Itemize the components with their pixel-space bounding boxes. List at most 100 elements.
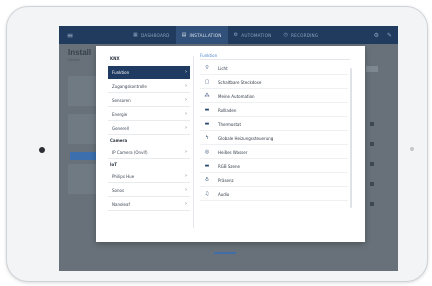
tab-installation[interactable]: ▤ INSTALLATION (175, 26, 228, 44)
category-label: Generell (112, 125, 129, 131)
category-item-philips-hue[interactable]: Philips Hue › (108, 170, 190, 183)
background-panel (68, 76, 96, 106)
category-item-sensoren[interactable]: Sensoren › (108, 94, 190, 107)
category-item-generell[interactable]: Generell › (108, 122, 190, 135)
background-button (70, 152, 96, 160)
category-label: Nanoleaf (112, 201, 130, 207)
tab-dashboard[interactable]: ▦ DASHBOARD (127, 26, 176, 44)
chevron-right-icon: › (185, 111, 187, 117)
function-list-scrollbar[interactable] (350, 68, 352, 208)
add-device-dialog: KNX Funktion › Zugangskontrolle › Sensor… (96, 46, 365, 242)
function-label: Schaltbare Steckdose (218, 79, 262, 85)
pencil-icon[interactable]: ✎ (387, 32, 392, 39)
category-label: Philips Hue (112, 173, 135, 179)
thermostat-icon: ▬ (204, 121, 210, 127)
category-item-nanoleaf[interactable]: Nanoleaf › (108, 198, 190, 211)
background-link (214, 252, 236, 254)
background-panel (68, 164, 96, 194)
chevron-right-icon: › (185, 187, 187, 193)
tab-label: AUTOMATION (241, 32, 272, 38)
appbar-actions: ⚙ ✎ (374, 32, 398, 39)
section-label-iot: IoT (110, 162, 117, 167)
category-item-sonos[interactable]: Sonos › (108, 184, 190, 197)
background-marker (370, 182, 374, 186)
function-label: Globale Heizungssteuerung (218, 135, 274, 141)
function-item-heisses-wasser[interactable]: ◎ Heißes Wasser (200, 146, 348, 159)
function-item-audio[interactable]: ♫ Audio (200, 188, 348, 201)
background-marker (370, 122, 374, 126)
section-label-knx: KNX (110, 56, 120, 61)
section-label-camera: Camera (110, 138, 128, 143)
menu-icon[interactable]: ≡ (59, 31, 81, 40)
tab-label: DASHBOARD (140, 32, 170, 38)
function-item-praesenz[interactable]: ♁ Präsenz (200, 174, 348, 187)
function-label: Licht (218, 65, 228, 71)
camera-dot (410, 147, 414, 151)
blinds-icon: ▬ (204, 107, 210, 113)
function-label: Heißes Wasser (218, 149, 248, 155)
settings-icon[interactable]: ⚙ (374, 32, 379, 39)
function-item-steckdose[interactable]: ▢ Schaltbare Steckdose (200, 76, 348, 89)
main-tabs: ▦ DASHBOARD ▤ INSTALLATION ⚙ AUTOMATION … (127, 26, 324, 44)
column-divider (193, 56, 194, 228)
home-button[interactable] (39, 147, 45, 153)
automation-icon: ⚙ (233, 32, 239, 38)
chevron-right-icon: › (185, 125, 187, 131)
function-item-licht[interactable]: 💡︎ Licht (200, 62, 348, 75)
automation-icon: ⁂ (204, 93, 210, 99)
function-label: Rollladen (218, 107, 237, 113)
function-item-automation[interactable]: ⁂ Meine Automation (200, 90, 348, 103)
header-divider (200, 59, 350, 60)
function-label: Thermostat (218, 121, 242, 127)
category-label: Zugangskontrolle (112, 83, 147, 89)
tab-label: INSTALLATION (189, 32, 222, 38)
function-item-rollladen[interactable]: ▬ Rollladen (200, 104, 348, 117)
hot-water-icon: ◎ (204, 149, 210, 155)
category-label: Sensoren (112, 97, 131, 103)
category-label: Funktion (112, 69, 130, 75)
bulb-icon: 💡︎ (205, 65, 209, 71)
function-label: Meine Automation (218, 93, 255, 99)
category-item-zugangskontrolle[interactable]: Zugangskontrolle › (108, 80, 190, 93)
page-subtitle: Geräte (68, 58, 80, 62)
presence-icon: ♁ (205, 177, 209, 183)
chevron-right-icon: › (185, 69, 187, 75)
background-marker (370, 202, 374, 206)
function-column: Funktion 💡︎ Licht ▢ Schaltbare Steckdose… (196, 46, 356, 242)
tab-recording[interactable]: ◷ RECORDING (277, 26, 324, 44)
category-item-energie[interactable]: Energie › (108, 108, 190, 121)
function-item-heizung[interactable]: ϟ Globale Heizungssteuerung (200, 132, 348, 145)
recording-icon: ◷ (283, 32, 289, 38)
top-navigation-bar: ≡ ▦ DASHBOARD ▤ INSTALLATION ⚙ AUTOMATIO… (59, 26, 398, 44)
function-label: Audio (218, 191, 230, 197)
category-label: Sonos (112, 187, 125, 193)
heating-icon: ϟ (205, 135, 209, 141)
function-item-rgb-szene[interactable]: ▬ RGB Szene (200, 160, 348, 173)
function-item-thermostat[interactable]: ▬ Thermostat (200, 118, 348, 131)
category-label: Energie (112, 111, 128, 117)
category-item-ip-camera[interactable]: IP Camera (Onvif) › (108, 146, 190, 159)
background-add-button (366, 66, 378, 72)
tab-label: RECORDING (291, 32, 319, 38)
background-marker (370, 162, 374, 166)
background-marker (370, 142, 374, 146)
chevron-right-icon: › (185, 201, 187, 207)
function-label: RGB Szene (218, 163, 240, 169)
rgb-scene-icon: ▬ (204, 163, 210, 169)
tab-automation[interactable]: ⚙ AUTOMATION (228, 26, 278, 44)
chevron-right-icon: › (185, 149, 187, 155)
function-label: Präsenz (218, 177, 234, 183)
installation-icon: ▤ (181, 32, 187, 38)
background-panel (68, 114, 96, 144)
category-item-funktion[interactable]: Funktion › (108, 66, 190, 79)
category-label: IP Camera (Onvif) (112, 149, 148, 155)
socket-icon: ▢ (204, 79, 210, 85)
chevron-right-icon: › (185, 83, 187, 89)
chevron-right-icon: › (185, 173, 187, 179)
dashboard-icon: ▦ (133, 32, 138, 38)
function-header: Funktion (200, 53, 218, 58)
audio-icon: ♫ (204, 191, 210, 197)
tablet-frame: ≡ ▦ DASHBOARD ▤ INSTALLATION ⚙ AUTOMATIO… (6, 6, 428, 282)
page-title: Install (68, 48, 92, 57)
chevron-right-icon: › (185, 97, 187, 103)
